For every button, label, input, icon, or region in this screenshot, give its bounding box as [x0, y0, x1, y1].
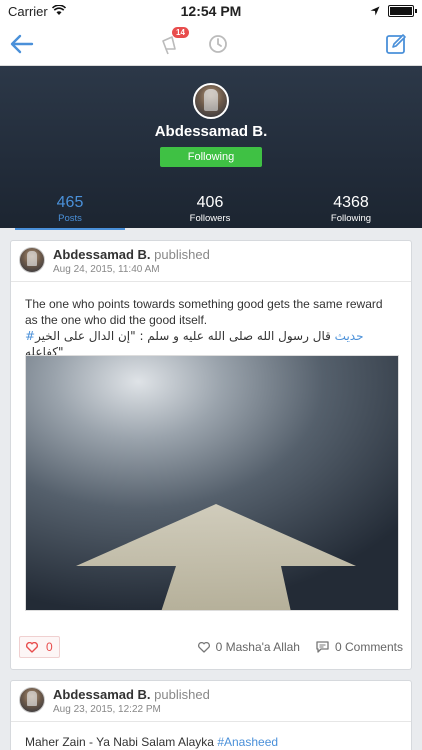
stat-posts-label: Posts: [58, 213, 82, 224]
profile-avatar[interactable]: [193, 83, 229, 119]
back-arrow-icon: [10, 34, 34, 54]
post-timestamp: Aug 23, 2015, 12:22 PM: [53, 704, 161, 715]
mashallah-label: 0 Masha'a Allah: [215, 640, 300, 654]
author-avatar[interactable]: [19, 247, 45, 273]
post-header: Abdessamad B. published Aug 24, 2015, 11…: [11, 241, 411, 281]
history-button[interactable]: [208, 30, 228, 59]
arrow-road-image: [26, 356, 398, 610]
compose-button[interactable]: [382, 30, 410, 58]
author-avatar[interactable]: [19, 687, 45, 713]
post-footer: 0 0 Masha'a Allah 0 Comments: [11, 625, 411, 669]
notifications-button[interactable]: 14: [160, 27, 189, 56]
heart-icon: [26, 641, 38, 653]
stat-followers[interactable]: 406 Followers: [140, 194, 280, 228]
stat-posts-value: 465: [56, 194, 84, 211]
post-action: published: [154, 247, 210, 262]
profile-header: Abdessamad B. Following 465 Posts 406 Fo…: [0, 66, 422, 230]
following-button[interactable]: Following: [160, 147, 262, 167]
stat-following[interactable]: 4368 Following: [280, 194, 422, 228]
stat-following-label: Following: [330, 213, 372, 224]
post-header: Abdessamad B. published Aug 23, 2015, 12…: [11, 681, 411, 721]
post-card: Abdessamad B. published Aug 24, 2015, 11…: [10, 240, 412, 670]
wifi-icon: [51, 3, 66, 19]
navigation-bar: 14: [0, 22, 422, 66]
post-author[interactable]: Abdessamad B.: [53, 247, 151, 262]
comment-icon: [316, 641, 329, 653]
status-bar: Carrier 12:54 PM: [0, 0, 422, 22]
location-icon: [370, 4, 380, 19]
battery-icon: [388, 5, 417, 17]
profile-stats: 465 Posts 406 Followers 4368 Following: [0, 194, 422, 230]
post-text-body: Maher Zain - Ya Nabi Salam Alayka: [25, 735, 214, 749]
carrier-label: Carrier: [8, 3, 48, 19]
post-card: Abdessamad B. published Aug 23, 2015, 12…: [10, 680, 412, 750]
post-action: published: [154, 687, 210, 702]
post-text: Maher Zain - Ya Nabi Salam Alayka #Anash…: [11, 722, 411, 750]
post-author[interactable]: Abdessamad B.: [53, 687, 151, 702]
stat-following-value: 4368: [333, 194, 369, 211]
post-image[interactable]: [25, 355, 399, 611]
comments-button[interactable]: 0 Comments: [316, 640, 403, 654]
like-count: 0: [46, 640, 53, 654]
mashallah-button[interactable]: 0 Masha'a Allah: [197, 640, 300, 654]
comments-label: 0 Comments: [334, 640, 403, 654]
post-text: The one who points towards something goo…: [25, 297, 383, 327]
heart-outline-icon: [197, 641, 210, 653]
stat-followers-value: 406: [196, 194, 224, 211]
notification-badge: 14: [172, 27, 189, 38]
status-time: 12:54 PM: [180, 3, 242, 19]
post-timestamp: Aug 24, 2015, 11:40 AM: [53, 264, 160, 275]
post-hashtag[interactable]: #Anasheed: [217, 735, 278, 749]
stat-followers-label: Followers: [189, 213, 231, 224]
back-button[interactable]: [8, 30, 36, 58]
like-button[interactable]: 0: [19, 636, 60, 658]
compose-icon: [386, 34, 406, 54]
stat-posts[interactable]: 465 Posts: [0, 194, 140, 230]
clock-icon: [209, 35, 227, 53]
profile-name: Abdessamad B.: [154, 123, 268, 140]
